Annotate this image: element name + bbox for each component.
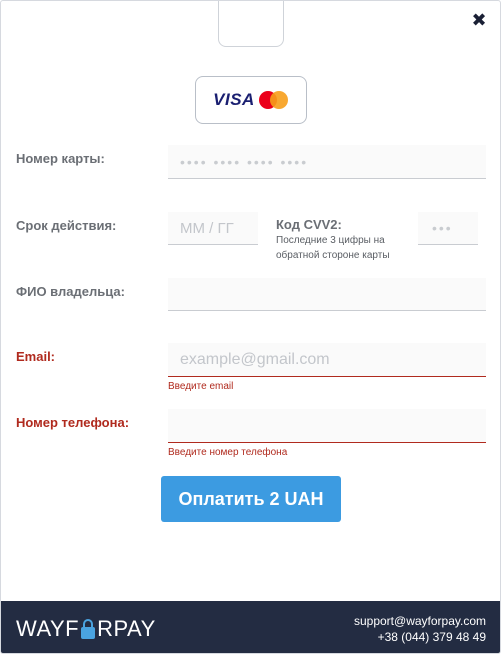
top-tab bbox=[218, 1, 284, 47]
card-brands-badge: VISA bbox=[195, 76, 307, 124]
support-email[interactable]: support@wayforpay.com bbox=[354, 613, 486, 629]
card-number-input[interactable]: •••• •••• •••• •••• bbox=[168, 145, 486, 179]
phone-label: Номер телефона: bbox=[16, 415, 130, 430]
mastercard-logo bbox=[258, 91, 289, 109]
cvv-input[interactable]: ••• bbox=[418, 212, 478, 245]
cardholder-input[interactable] bbox=[168, 278, 486, 311]
email-input[interactable]: example@gmail.com bbox=[168, 343, 486, 377]
support-contact: support@wayforpay.com +38 (044) 379 48 4… bbox=[354, 613, 486, 645]
expiry-label: Срок действия: bbox=[16, 218, 117, 233]
email-error: Введите email bbox=[168, 381, 234, 392]
card-number-label: Номер карты: bbox=[16, 151, 105, 166]
support-phone[interactable]: +38 (044) 379 48 49 bbox=[354, 629, 486, 645]
cardholder-label: ФИО владельца: bbox=[16, 284, 125, 299]
expiry-input[interactable]: ММ / ГГ bbox=[168, 212, 258, 245]
visa-logo: VISA bbox=[213, 90, 255, 109]
footer: WAYF RPAY support@wayforpay.com +38 (044… bbox=[1, 601, 500, 653]
payment-modal: ✖ VISA Номер карты: •••• •••• •••• •••• … bbox=[0, 0, 501, 654]
email-label: Email: bbox=[16, 349, 56, 364]
cvv-label: Код CVV2: bbox=[276, 217, 342, 232]
phone-input[interactable] bbox=[168, 409, 486, 443]
wayforpay-logo: WAYF RPAY bbox=[16, 616, 156, 641]
close-icon[interactable]: ✖ bbox=[471, 12, 487, 30]
phone-error: Введите номер телефона bbox=[168, 447, 288, 458]
cvv-hint: Последние 3 цифры на обратной стороне ка… bbox=[276, 235, 390, 261]
pay-button[interactable]: Оплатить 2 UAH bbox=[161, 476, 341, 522]
lock-icon bbox=[80, 619, 96, 639]
